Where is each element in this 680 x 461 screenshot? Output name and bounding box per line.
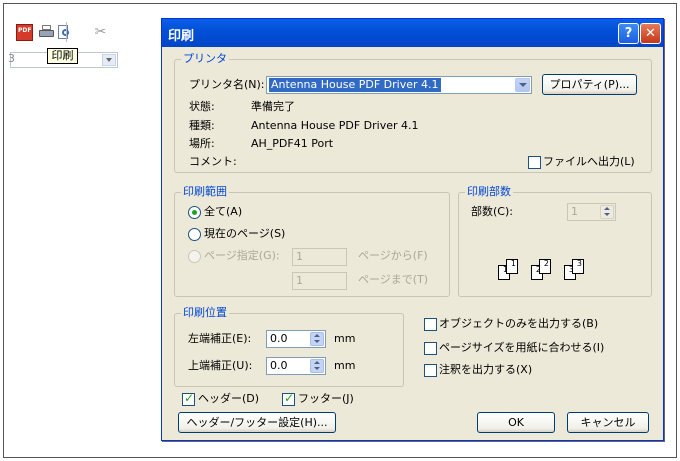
- collate-page: 2: [539, 259, 551, 274]
- print-to-file-label[interactable]: ファイルへ出力(L): [543, 155, 635, 169]
- print-dialog: 印刷 ? ✕ プリンタ プリンタ名(N): Antenna House PDF …: [161, 18, 664, 441]
- printer-group-label: プリンタ: [181, 52, 229, 66]
- dialog-title: 印刷: [168, 29, 195, 44]
- location-value: AH_PDF41 Port: [251, 137, 334, 150]
- ok-button[interactable]: OK: [477, 412, 555, 433]
- footer-checkbox[interactable]: [282, 391, 295, 406]
- combo-fragment-text: 3: [8, 52, 15, 65]
- title-bar[interactable]: 印刷 ? ✕: [162, 19, 663, 47]
- chevron-down-icon[interactable]: [515, 78, 530, 92]
- range-pages-radio[interactable]: [188, 250, 201, 263]
- header-checkbox[interactable]: [182, 391, 195, 406]
- status-label: 状態:: [189, 100, 215, 113]
- copies-group-label: 印刷部数: [465, 185, 513, 199]
- printer-name-label: プリンタ名(N):: [189, 78, 265, 91]
- printer-name-value: Antenna House PDF Driver 4.1: [269, 78, 441, 92]
- annotations-label[interactable]: 注釈を出力する(X): [439, 363, 532, 377]
- range-current-label[interactable]: 現在のページ(S): [204, 227, 285, 241]
- page-to-label: ページまで(T): [358, 273, 429, 286]
- help-button[interactable]: ?: [618, 23, 639, 44]
- comment-label: コメント:: [189, 155, 237, 168]
- fit-page-label[interactable]: ページサイズを用紙に合わせる(I): [439, 341, 604, 355]
- copies-label: 部数(C):: [471, 205, 513, 218]
- print-position-group: 印刷位置: [174, 306, 404, 387]
- print-position-group-label: 印刷位置: [181, 306, 229, 320]
- cut-icon[interactable]: ✂: [92, 24, 109, 41]
- header-label[interactable]: ヘッダー(D): [198, 392, 259, 406]
- print-range-group-label: 印刷範囲: [181, 185, 229, 199]
- range-pages-label[interactable]: ページ指定(G):: [204, 249, 280, 263]
- printer-name-select[interactable]: Antenna House PDF Driver 4.1: [266, 76, 532, 94]
- left-offset-unit: mm: [334, 332, 356, 345]
- range-all-radio[interactable]: [188, 206, 201, 219]
- fit-page-checkbox[interactable]: [424, 342, 437, 355]
- cancel-button[interactable]: キャンセル: [567, 412, 649, 433]
- left-offset-spinner[interactable]: [310, 332, 324, 346]
- status-value: 準備完了: [251, 100, 295, 113]
- copies-input[interactable]: 1: [567, 203, 616, 221]
- copies-spinner[interactable]: [600, 205, 614, 219]
- pdf-icon[interactable]: PDF: [16, 24, 33, 41]
- type-value: Antenna House PDF Driver 4.1: [251, 119, 419, 132]
- footer-label[interactable]: フッター(J): [298, 392, 354, 406]
- collate-page: 1: [506, 259, 518, 274]
- objects-only-checkbox[interactable]: [424, 318, 437, 331]
- tooltip: 印刷: [47, 48, 78, 64]
- top-offset-spinner[interactable]: [310, 359, 324, 373]
- top-offset-value: 0.0: [270, 359, 288, 372]
- print-preview-icon[interactable]: [56, 24, 73, 41]
- left-offset-input[interactable]: 0.0: [266, 330, 326, 348]
- objects-only-label[interactable]: オブジェクトのみを出力する(B): [439, 317, 598, 331]
- left-offset-value: 0.0: [270, 332, 288, 345]
- top-offset-label: 上端補正(U):: [188, 359, 253, 372]
- location-label: 場所:: [189, 137, 215, 150]
- properties-button[interactable]: プロパティ(P)...: [542, 74, 637, 95]
- collate-page: 3: [572, 259, 584, 274]
- range-current-radio[interactable]: [188, 228, 201, 241]
- top-offset-unit: mm: [334, 359, 356, 372]
- page-from-input[interactable]: 1: [292, 248, 347, 266]
- type-label: 種類:: [189, 119, 215, 132]
- annotations-checkbox[interactable]: [424, 364, 437, 377]
- toolbar-separator: [66, 22, 67, 42]
- copies-value: 1: [571, 205, 578, 218]
- close-button[interactable]: ✕: [640, 23, 661, 44]
- chevron-down-icon: [102, 54, 116, 66]
- print-to-file-checkbox[interactable]: [528, 156, 541, 169]
- header-footer-settings-button[interactable]: ヘッダー/フッター設定(H)...: [178, 412, 336, 433]
- top-offset-input[interactable]: 0.0: [266, 357, 326, 375]
- range-all-label[interactable]: 全て(A): [204, 205, 242, 219]
- page-from-label: ページから(F): [358, 249, 428, 262]
- printer-icon[interactable]: [38, 24, 55, 41]
- page-to-input[interactable]: 1: [292, 272, 347, 290]
- left-offset-label: 左端補正(E):: [188, 332, 252, 345]
